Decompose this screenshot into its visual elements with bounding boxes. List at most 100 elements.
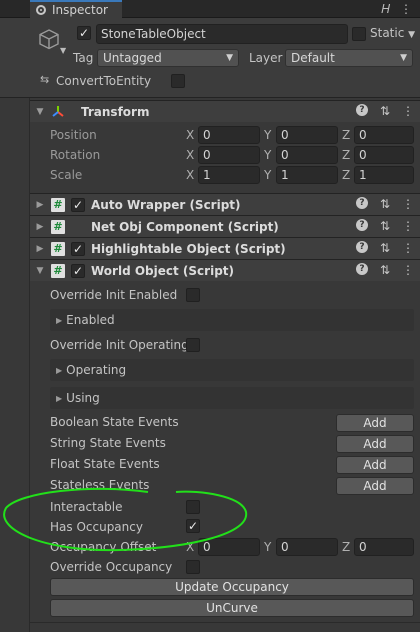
string-state-events-label: String State Events	[50, 436, 166, 450]
position-x-field[interactable]: 0	[198, 126, 260, 144]
add-string-state-event-button[interactable]: Add	[336, 435, 414, 453]
tag-value: Untagged	[103, 51, 162, 65]
rotation-label: Rotation	[50, 148, 101, 162]
component-enabled-checkbox[interactable]	[71, 263, 85, 278]
override-init-enabled-label: Override Init Enabled	[50, 288, 178, 302]
preset-sliders-icon[interactable]: ⇅	[380, 219, 390, 233]
component-menu-icon[interactable]: ⋮	[402, 197, 414, 211]
script-hash-icon: #	[51, 197, 65, 212]
occupancy-offset-z-field[interactable]: 0	[354, 538, 414, 556]
update-occupancy-button[interactable]: Update Occupancy	[50, 578, 414, 596]
transform-header[interactable]: ▼ Transform ? ⇅ ⋮	[30, 100, 420, 122]
tag-dropdown[interactable]: Untagged ▼	[97, 49, 239, 67]
using-foldout[interactable]: ▶ Using	[50, 387, 414, 409]
preset-sliders-icon[interactable]: ⇅	[380, 241, 390, 255]
annotation-circle	[3, 487, 248, 552]
component-title: Net Obj Component (Script)	[91, 219, 279, 234]
static-label[interactable]: Static ▼	[370, 26, 415, 40]
component-net-obj[interactable]: ▶ # Net Obj Component (Script) ? ⇅ ⋮	[30, 215, 420, 237]
help-icon[interactable]: ?	[355, 197, 368, 209]
preset-sliders-icon[interactable]: ⇅	[380, 104, 390, 118]
scale-y-field[interactable]: 1	[276, 166, 338, 184]
enabled-foldout[interactable]: ▶ Enabled	[50, 309, 414, 331]
foldout-arrow-icon[interactable]: ▶	[33, 222, 47, 232]
operating-foldout[interactable]: ▶ Operating	[50, 359, 414, 381]
enabled-foldout-label: Enabled	[66, 313, 115, 327]
rotation-z-field[interactable]: 0	[354, 146, 414, 164]
position-y-field[interactable]: 0	[276, 126, 338, 144]
preset-sliders-icon[interactable]: ⇅	[380, 197, 390, 211]
inspector-icon	[36, 5, 46, 15]
preset-sliders-icon[interactable]: ⇅	[380, 263, 390, 277]
component-title: Auto Wrapper (Script)	[91, 197, 241, 212]
component-enabled-checkbox[interactable]	[71, 241, 85, 256]
scale-x-field[interactable]: 1	[198, 166, 260, 184]
component-world-object[interactable]: ▼ # World Object (Script) ? ⇅ ⋮	[30, 259, 420, 281]
axis-z-label: Z	[342, 540, 351, 554]
script-hash-icon: #	[51, 241, 65, 256]
position-label: Position	[50, 128, 97, 142]
tab-inspector[interactable]: Inspector	[30, 0, 122, 18]
override-init-enabled-checkbox[interactable]	[186, 288, 200, 302]
float-state-events-label: Float State Events	[50, 457, 160, 471]
rotation-x-field[interactable]: 0	[198, 146, 260, 164]
axis-x-label: X	[186, 148, 195, 162]
position-z-field[interactable]: 0	[354, 126, 414, 144]
axis-y-label: Y	[264, 540, 272, 554]
component-menu-icon[interactable]: ⋮	[402, 104, 414, 118]
boolean-state-events-label: Boolean State Events	[50, 415, 179, 429]
uncurve-button[interactable]: UnCurve	[50, 599, 414, 617]
tab-actions: 𝐻 ⋮	[381, 2, 412, 17]
axis-y-label: Y	[264, 148, 272, 162]
axis-x-label: X	[186, 128, 195, 142]
axis-z-label: Z	[342, 168, 351, 182]
scale-z-field[interactable]: 1	[354, 166, 414, 184]
script-hash-icon: #	[51, 219, 65, 234]
chevron-down-icon: ▼	[226, 53, 233, 63]
kebab-menu-icon[interactable]: ⋮	[400, 2, 412, 17]
add-float-state-event-button[interactable]: Add	[336, 456, 414, 474]
inspector-footer	[30, 622, 420, 632]
occupancy-offset-y-field[interactable]: 0	[276, 538, 338, 556]
scale-label: Scale	[50, 168, 83, 182]
help-icon[interactable]: ?	[355, 263, 368, 275]
component-menu-icon[interactable]: ⋮	[402, 241, 414, 255]
component-enabled-checkbox[interactable]	[71, 197, 85, 212]
tab-label: Inspector	[52, 3, 108, 17]
override-occupancy-label: Override Occupancy	[50, 560, 173, 574]
rotation-y-field[interactable]: 0	[276, 146, 338, 164]
help-icon[interactable]: ?	[355, 219, 368, 231]
transform-axes-icon	[52, 105, 64, 117]
active-checkbox[interactable]	[77, 26, 91, 40]
object-name-field[interactable]: StoneTableObject	[96, 24, 348, 44]
transform-body: Position X 0 Y 0 Z 0 Rotation X 0 Y 0 Z …	[30, 124, 420, 188]
icon-dropdown-icon[interactable]: ▼	[60, 46, 66, 55]
add-boolean-state-event-button[interactable]: Add	[336, 414, 414, 432]
layer-value: Default	[291, 51, 335, 65]
foldout-arrow-icon: ▶	[56, 365, 63, 375]
foldout-arrow-icon[interactable]: ▶	[33, 244, 47, 254]
component-highlightable-object[interactable]: ▶ # Highlightable Object (Script) ? ⇅ ⋮	[30, 237, 420, 259]
override-occupancy-checkbox[interactable]	[186, 560, 200, 574]
help-icon[interactable]: ?	[355, 104, 368, 116]
foldout-arrow-icon[interactable]: ▼	[33, 107, 47, 117]
axis-z-label: Z	[342, 128, 351, 142]
convert-to-entity-checkbox[interactable]	[171, 74, 185, 88]
component-auto-wrapper[interactable]: ▶ # Auto Wrapper (Script) ? ⇅ ⋮	[30, 193, 420, 215]
component-title: Highlightable Object (Script)	[91, 241, 286, 256]
help-icon[interactable]: ?	[355, 241, 368, 253]
foldout-arrow-icon[interactable]: ▼	[33, 266, 47, 276]
layer-dropdown[interactable]: Default ▼	[285, 49, 413, 67]
override-init-operating-label: Override Init Operating	[50, 338, 189, 352]
operating-foldout-label: Operating	[66, 363, 127, 377]
static-checkbox[interactable]	[352, 27, 366, 41]
lock-icon[interactable]: 𝐻	[381, 2, 390, 17]
axis-y-label: Y	[264, 168, 272, 182]
foldout-arrow-icon[interactable]: ▶	[33, 200, 47, 210]
component-menu-icon[interactable]: ⋮	[402, 263, 414, 277]
override-init-operating-checkbox[interactable]	[186, 338, 200, 352]
gameobject-cube-icon	[39, 29, 59, 50]
foldout-arrow-icon: ▶	[56, 315, 63, 325]
add-stateless-event-button[interactable]: Add	[336, 477, 414, 495]
component-menu-icon[interactable]: ⋮	[402, 219, 414, 233]
